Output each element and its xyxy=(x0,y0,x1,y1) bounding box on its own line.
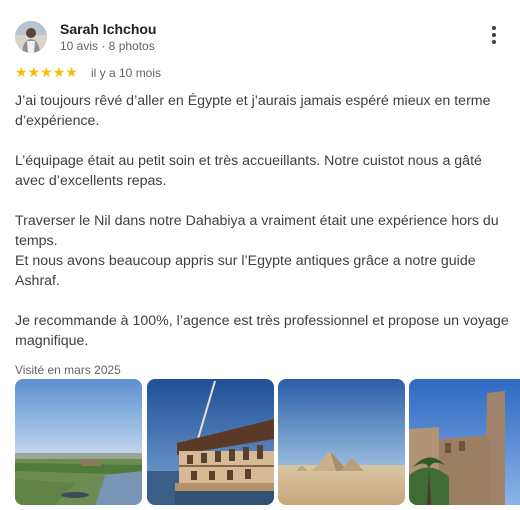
avatar[interactable] xyxy=(15,21,47,53)
visit-date: Visité en mars 2025 xyxy=(15,363,121,377)
review-text: J’ai toujours rêvé d’aller en Égypte et … xyxy=(15,91,511,351)
review-photo-nile-bank[interactable] xyxy=(15,379,142,505)
review-photo-pyramids[interactable] xyxy=(278,379,405,505)
review-paragraph: L’équipage était au petit soin et très a… xyxy=(15,153,482,189)
reviewer-meta: 10 avis · 8 photos xyxy=(60,39,155,53)
reviewer-name[interactable]: Sarah Ichchou xyxy=(60,21,156,37)
review-date: il y a 10 mois xyxy=(91,66,162,80)
photo-strip xyxy=(15,379,520,505)
review-paragraph: Traverser le Nil dans notre Dahabiya a v… xyxy=(15,213,499,289)
review-photo-temple[interactable] xyxy=(409,379,520,505)
more-vert-icon[interactable] xyxy=(484,26,504,48)
review-paragraph: J’ai toujours rêvé d’aller en Égypte et … xyxy=(15,93,491,129)
review-paragraph: Je recommande à 100%, l’agence est très … xyxy=(15,313,509,349)
review-photo-dahabiya[interactable] xyxy=(147,379,274,505)
star-rating: ★★★★★ xyxy=(15,64,78,80)
